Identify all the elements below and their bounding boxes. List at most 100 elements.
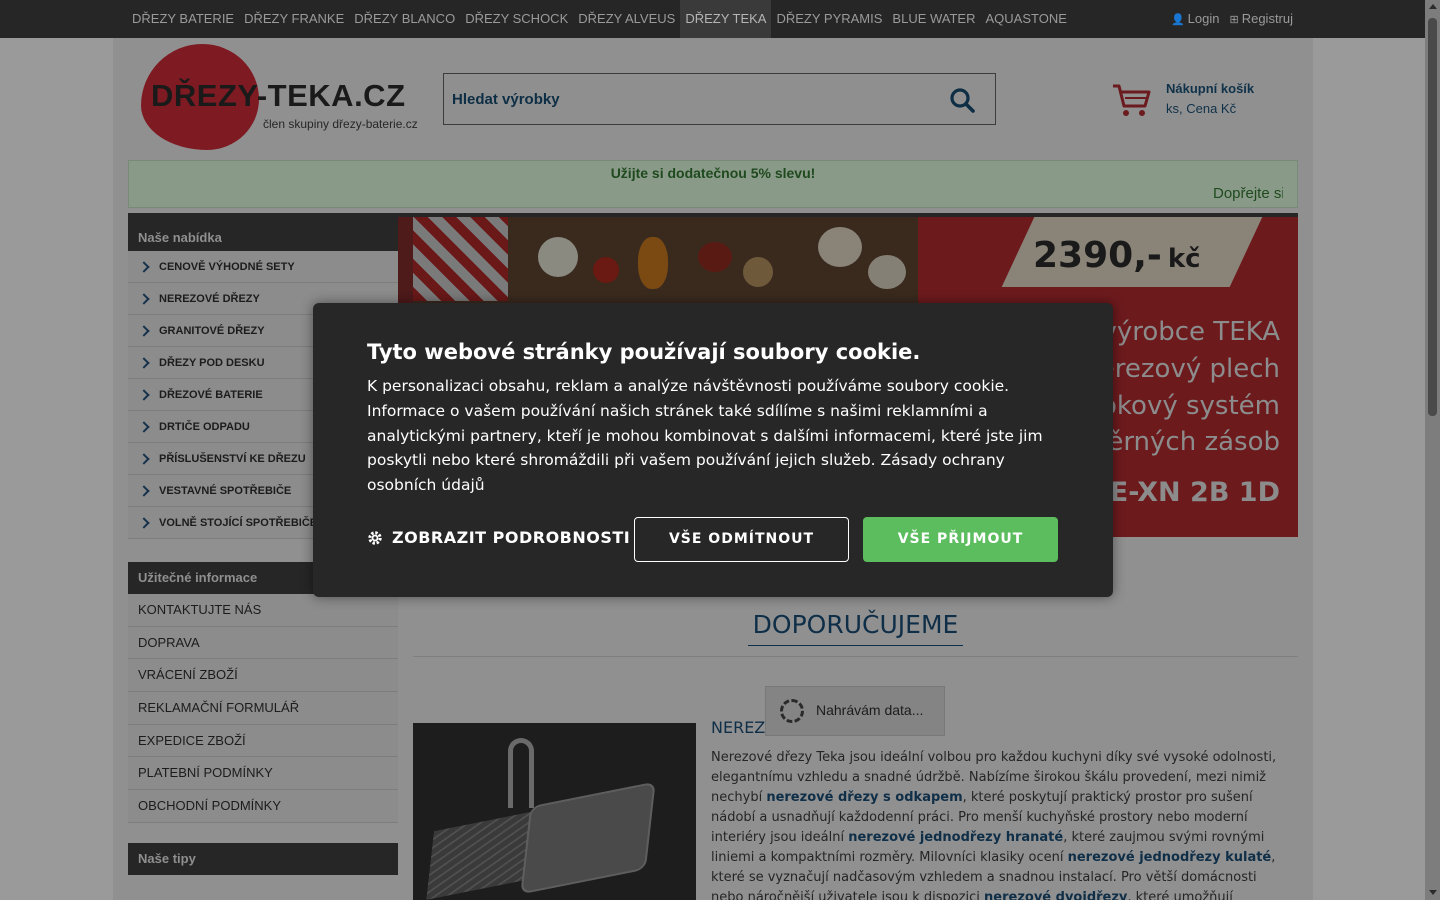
brand-link[interactable]: AQUASTONE	[981, 0, 1072, 38]
banner-cloth	[413, 217, 508, 301]
banner-line: něrných zásob	[1090, 427, 1280, 457]
brand-link[interactable]: BLUE WATER	[887, 0, 980, 38]
chevron-right-icon	[138, 516, 150, 529]
register-label: Registruj	[1241, 11, 1293, 26]
chevron-right-icon	[138, 452, 150, 465]
brand-link[interactable]: DŘEZY FRANKE	[239, 0, 349, 38]
recommend-title: DOPORUČUJEME	[748, 610, 963, 646]
brand-link[interactable]: DŘEZY ALVEUS	[573, 0, 680, 38]
sidebar-item-label: DŘEZOVÉ BATERIE	[159, 388, 263, 401]
register-link[interactable]: ⊞ Registruj	[1229, 0, 1293, 39]
brand-link[interactable]: DŘEZY SCHOCK	[460, 0, 573, 38]
promo-marquee: Dopřejte si	[1213, 185, 1283, 202]
sink-basin	[520, 781, 656, 895]
chevron-right-icon	[138, 388, 150, 401]
info-link[interactable]: PLATEBNÍ PODMÍNKY	[128, 757, 398, 791]
section-title: NEREZ	[711, 718, 766, 737]
info-link[interactable]: EXPEDICE ZBOŽÍ	[128, 724, 398, 758]
price-currency: kč	[1167, 244, 1201, 274]
scroll-down-icon[interactable]	[1429, 890, 1437, 895]
search-icon[interactable]	[949, 87, 975, 113]
search-box	[443, 73, 996, 125]
cookie-title: Tyto webové stránky používají soubory co…	[367, 340, 921, 364]
banner-veg	[698, 242, 732, 272]
scroll-up-icon[interactable]	[1429, 4, 1437, 9]
banner-line: výrobce TEKA	[1101, 317, 1280, 347]
chevron-right-icon	[138, 292, 150, 305]
account-links: 👤 Login ⊞ Registruj	[1171, 0, 1293, 39]
banner-veg	[538, 237, 578, 277]
chevron-right-icon	[138, 356, 150, 369]
site-logo[interactable]: DŘEZY-TEKA.CZ člen skupiny dřezy-baterie…	[141, 44, 421, 154]
login-link[interactable]: 👤 Login	[1171, 0, 1220, 39]
divider	[413, 656, 1298, 657]
sidebar-item-label: VOLNĚ STOJÍCÍ SPOTŘEBIČE	[159, 516, 318, 529]
loading-indicator: Nahrávám data...	[765, 686, 945, 736]
banner-line: tokový systém	[1090, 391, 1280, 421]
desc-link[interactable]: nerezové jednodřezy kulaté	[1068, 850, 1272, 865]
banner-veg	[743, 257, 773, 287]
info-link[interactable]: REKLAMAČNÍ FORMULÁŘ	[128, 692, 398, 725]
banner-veg	[593, 257, 619, 283]
cart-title: Nákupní košík	[1166, 81, 1255, 96]
chevron-right-icon	[138, 260, 150, 273]
sidebar-item-label: DŘEZY POD DESKU	[159, 356, 265, 369]
accept-all-button[interactable]: VŠE PŘIJMOUT	[863, 517, 1058, 562]
spinner-icon	[780, 699, 804, 723]
user-icon: 👤	[1170, 14, 1185, 26]
chevron-right-icon	[138, 484, 150, 497]
gear-icon	[368, 530, 382, 545]
sidebar-item-label: PŘÍSLUŠENSTVÍ KE DŘEZU	[159, 452, 306, 465]
shopping-cart-icon	[1113, 84, 1151, 116]
banner-price: 2390,- kč	[1033, 235, 1201, 276]
show-details-button[interactable]: ZOBRAZIT PODROBNOSTI	[367, 528, 630, 547]
price-value: 2390,-	[1033, 235, 1162, 276]
reject-all-button[interactable]: VŠE ODMÍTNOUT	[634, 517, 849, 562]
sidebar-item-label: GRANITOVÉ DŘEZY	[159, 324, 265, 337]
logo-tagline: člen skupiny dřezy-baterie.cz	[263, 117, 418, 131]
top-navbar: DŘEZY BATERIE DŘEZY FRANKE DŘEZY BLANCO …	[0, 0, 1425, 38]
promo-bar: Užijte si dodatečnou 5% slevu! Dopřejte …	[128, 160, 1298, 208]
info-link[interactable]: DOPRAVA	[128, 626, 398, 660]
sidebar-item-label: VESTAVNÉ SPOTŘEBIČE	[159, 484, 292, 497]
cart-summary: ks, Cena Kč	[1166, 101, 1237, 116]
brand-link-active[interactable]: DŘEZY TEKA	[680, 0, 772, 38]
sidebar-info: KONTAKTUJTE NÁS DOPRAVA VRÁCENÍ ZBOŽÍ RE…	[128, 594, 398, 823]
login-label: Login	[1187, 11, 1220, 26]
sink-image[interactable]	[413, 723, 696, 900]
info-link[interactable]: KONTAKTUJTE NÁS	[128, 594, 398, 627]
sidebar-item-label: NEREZOVÉ DŘEZY	[159, 292, 260, 305]
sidebar-item[interactable]: CENOVĚ VÝHODNÉ SETY	[128, 251, 398, 283]
brand-link[interactable]: DŘEZY PYRAMIS	[771, 0, 887, 38]
search-input[interactable]	[444, 74, 924, 124]
info-link[interactable]: VRÁCENÍ ZBOŽÍ	[128, 659, 398, 693]
section-description: Nerezové dřezy Teka jsou ideální volbou …	[711, 748, 1286, 900]
info-link[interactable]: OBCHODNÍ PODMÍNKY	[128, 790, 398, 823]
loading-text: Nahrávám data...	[816, 702, 924, 718]
sidebar-item-label: CENOVĚ VÝHODNÉ SETY	[159, 260, 295, 273]
plus-square-icon: ⊞	[1229, 14, 1239, 26]
desc-link[interactable]: nerezové dvojdřezy	[984, 890, 1127, 900]
chevron-right-icon	[138, 324, 150, 337]
page-scrollbar[interactable]	[1425, 0, 1440, 900]
cart-widget[interactable]: Nákupní košík ks, Cena Kč	[1111, 78, 1311, 128]
cookie-consent-dialog: Tyto webové stránky používají soubory co…	[313, 303, 1113, 597]
desc-link[interactable]: nerezové jednodřezy hranaté	[848, 830, 1063, 845]
desc-link[interactable]: nerezové dřezy s odkapem	[766, 790, 962, 805]
brand-link[interactable]: DŘEZY BATERIE	[127, 0, 239, 38]
logo-text: DŘEZY-TEKA.CZ	[151, 78, 406, 113]
banner-veg	[818, 227, 862, 267]
sidebar-offer-title: Naše nabídka	[128, 213, 398, 251]
cookie-body: K personalizaci obsahu, reklam a analýze…	[367, 377, 1043, 495]
scrollbar-thumb[interactable]	[1428, 18, 1437, 416]
chevron-right-icon	[138, 420, 150, 433]
banner-model: E-XN 2B 1D	[1109, 477, 1280, 508]
promo-text: Užijte si dodatečnou 5% slevu!	[610, 165, 816, 181]
brand-nav: DŘEZY BATERIE DŘEZY FRANKE DŘEZY BLANCO …	[127, 0, 1072, 38]
banner-veg	[638, 237, 668, 289]
brand-link[interactable]: DŘEZY BLANCO	[349, 0, 460, 38]
banner-veg	[868, 255, 906, 289]
show-details-label: ZOBRAZIT PODROBNOSTI	[392, 528, 631, 547]
sidebar-tips-title: Naše tipy	[128, 843, 398, 875]
sink-tap	[508, 738, 534, 808]
